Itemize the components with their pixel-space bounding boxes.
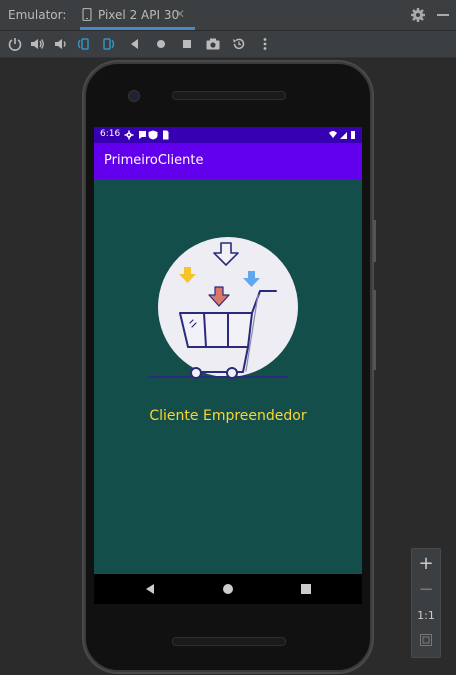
app-title: PrimeiroCliente [104,153,204,168]
tab-active-indicator [80,27,195,30]
settings-gear-status-icon [124,130,134,140]
bottom-speaker [172,637,286,646]
more-icon[interactable] [257,36,273,52]
wifi-status-icon [329,131,337,138]
zoom-in-button[interactable]: + [412,553,440,574]
tool-window-header: Emulator: Pixel 2 API 30 ✕ [0,0,456,30]
nav-overview-icon[interactable] [300,583,312,595]
volume-up-icon[interactable] [29,36,45,52]
status-system-icons [329,131,355,139]
zoom-actual-size-button[interactable]: 1:1 [412,609,440,622]
nav-back-icon[interactable] [144,583,156,595]
sd-card-status-icon [163,130,169,140]
top-speaker [172,91,286,100]
zoom-controls: + − 1:1 [411,548,441,658]
device-tab-title: Pixel 2 API 30 [98,8,180,22]
status-time: 6:16 [100,129,121,139]
status-bar: 6:16 [94,127,362,143]
device-screen[interactable]: 6:16 PrimeiroCliente Cliente Empreendedo… [94,127,362,574]
nav-bar [94,574,362,604]
power-icon[interactable] [7,36,23,52]
overview-icon[interactable] [179,36,195,52]
signal-status-icon [340,132,347,139]
shield-status-icon [148,130,158,140]
back-icon[interactable] [127,36,143,52]
volume-key [373,290,376,370]
minimize-icon[interactable] [437,14,449,16]
app-bar: PrimeiroCliente [94,143,362,179]
nav-home-icon[interactable] [222,583,234,595]
status-notification-icons [124,130,169,140]
emulator-toolbar [0,31,456,58]
rotate-left-icon[interactable] [75,36,91,52]
camera-icon[interactable] [205,36,221,52]
cart-wheel-left [190,367,202,379]
device-tab[interactable]: Pixel 2 API 30 ✕ [80,0,195,30]
zoom-out-button[interactable]: − [412,579,440,600]
emulator-label: Emulator: [8,8,67,22]
home-icon[interactable] [153,36,169,52]
front-camera [128,90,140,102]
close-tab-icon[interactable]: ✕ [175,7,185,21]
battery-status-icon [351,131,355,139]
shopping-cart-illustration [148,237,298,379]
device-icon [82,8,92,21]
rotate-right-icon[interactable] [101,36,117,52]
volume-down-icon[interactable] [52,36,68,52]
power-key [373,220,376,262]
snapshot-icon[interactable] [231,36,247,52]
message-status-icon [139,131,146,139]
cart-wheel-right [226,367,238,379]
caption-text: Cliente Empreendedor [149,408,307,424]
zoom-fit-icon[interactable] [420,634,432,646]
gear-icon[interactable] [410,7,426,23]
